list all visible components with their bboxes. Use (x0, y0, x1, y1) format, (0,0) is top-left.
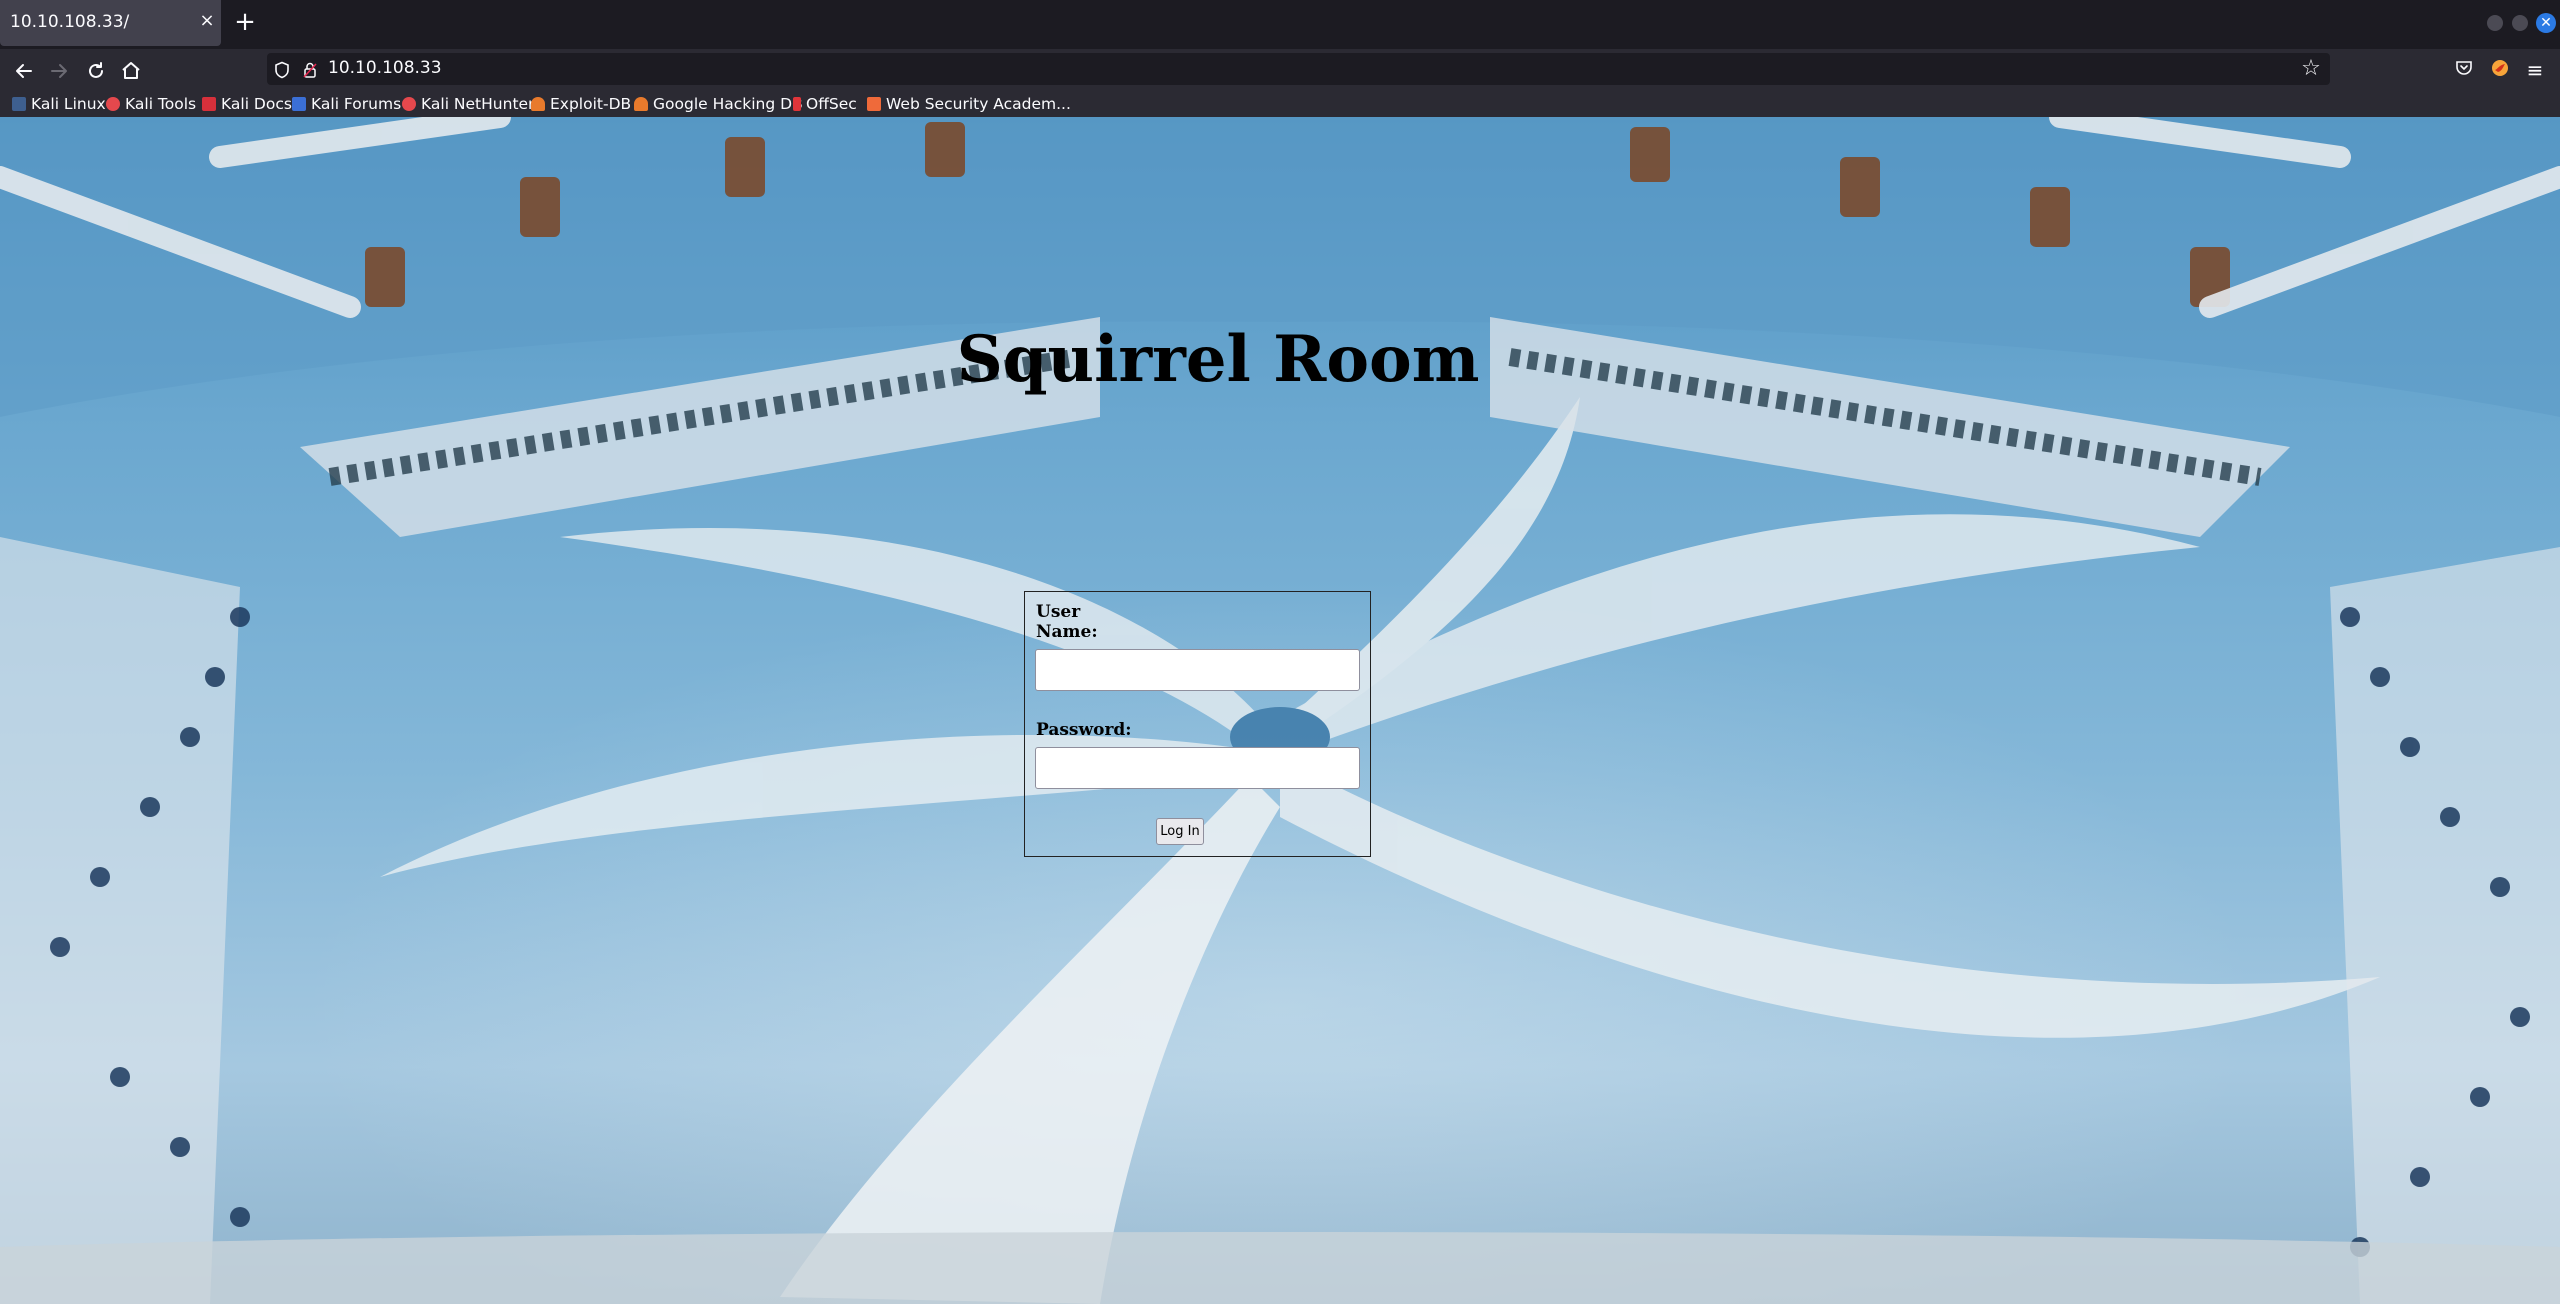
bookmark-label: Exploit-DB (550, 95, 632, 113)
bookmark-label: Kali Docs (221, 95, 292, 113)
bookmark-label: OffSec (806, 95, 857, 113)
bookmark-exploit-db[interactable]: Exploit-DB (531, 93, 631, 115)
bookmark-label: Web Security Academ... (886, 95, 1071, 113)
bookmark-kali-linux[interactable]: Kali Linux (12, 93, 106, 115)
username-label: User Name: (1036, 602, 1098, 642)
bookmark-star-icon[interactable]: ☆ (2299, 57, 2323, 81)
kali-red-icon (106, 97, 120, 111)
password-input[interactable] (1035, 747, 1360, 789)
reload-button[interactable] (83, 58, 109, 84)
forward-button[interactable] (46, 58, 72, 84)
bookmark-kali-tools[interactable]: Kali Tools (106, 93, 196, 115)
username-label-line2: Name: (1036, 622, 1098, 642)
maximize-button[interactable] (2512, 15, 2528, 31)
login-button[interactable]: Log In (1156, 818, 1204, 845)
url-text[interactable]: 10.10.108.33 (328, 58, 442, 78)
back-arrow-icon (16, 64, 32, 78)
bookmark-google-hacking-db[interactable]: Google Hacking DB (634, 93, 803, 115)
insecure-lock-icon[interactable] (302, 61, 318, 79)
home-icon (122, 62, 140, 79)
pocket-shape (2456, 61, 2472, 75)
tab-title: 10.10.108.33/ (10, 12, 130, 32)
login-form: User Name: Password: Log In (1024, 591, 1371, 857)
bookmark-kali-forums[interactable]: Kali Forums (292, 93, 401, 115)
reload-icon (89, 62, 103, 78)
bookmark-label: Google Hacking DB (653, 95, 803, 113)
exploit-db-icon (634, 97, 648, 111)
extension-icon[interactable] (2488, 58, 2512, 82)
bookmark-label: Kali Tools (125, 95, 197, 113)
bookmark-kali-docs[interactable]: Kali Docs (202, 93, 292, 115)
tab-close-icon[interactable]: × (198, 10, 216, 32)
back-button[interactable] (11, 58, 37, 84)
kali-red-icon (402, 97, 416, 111)
offsec-icon (793, 97, 801, 111)
address-bar[interactable]: 10.10.108.33 ☆ (267, 53, 2330, 85)
new-tab-button[interactable]: + (232, 9, 258, 35)
window-close-button[interactable]: ✕ (2536, 13, 2556, 33)
shield-icon[interactable] (274, 61, 290, 79)
page-title: Squirrel Room (956, 322, 1480, 397)
bookmark-kali-nethunter[interactable]: Kali NetHunter (402, 93, 534, 115)
bookmark-web-security-academy[interactable]: Web Security Academ... (867, 93, 1071, 115)
bookmarks-toolbar: Kali Linux Kali Tools Kali Docs Kali For… (0, 91, 2560, 117)
bookmark-label: Kali Linux (31, 95, 106, 113)
exploit-db-icon (531, 97, 545, 111)
app-menu-icon[interactable]: ≡ (2523, 58, 2547, 82)
username-input[interactable] (1035, 649, 1360, 691)
pocket-icon[interactable] (2452, 58, 2476, 82)
tab-strip: 10.10.108.33/ × + ✕ (0, 0, 2560, 49)
kali-dragon-icon (12, 97, 26, 111)
fox-extension-shape (2492, 60, 2508, 76)
tab-current[interactable]: 10.10.108.33/ × (0, 0, 221, 46)
kali-forums-icon (292, 97, 306, 111)
home-button[interactable] (118, 58, 144, 84)
kali-docs-icon (202, 97, 216, 111)
bookmark-offsec[interactable]: OffSec (793, 93, 857, 115)
minimize-button[interactable] (2487, 15, 2503, 31)
bookmark-label: Kali NetHunter (421, 95, 535, 113)
navigation-toolbar: 10.10.108.33 ☆ ≡ (0, 49, 2560, 91)
forward-arrow-icon (51, 64, 67, 78)
portswigger-icon (867, 97, 881, 111)
bookmark-label: Kali Forums (311, 95, 402, 113)
username-label-line1: User (1036, 602, 1081, 622)
page-content: Squirrel Room User Name: Password: Log I… (0, 117, 2560, 1304)
password-label: Password: (1036, 720, 1132, 740)
